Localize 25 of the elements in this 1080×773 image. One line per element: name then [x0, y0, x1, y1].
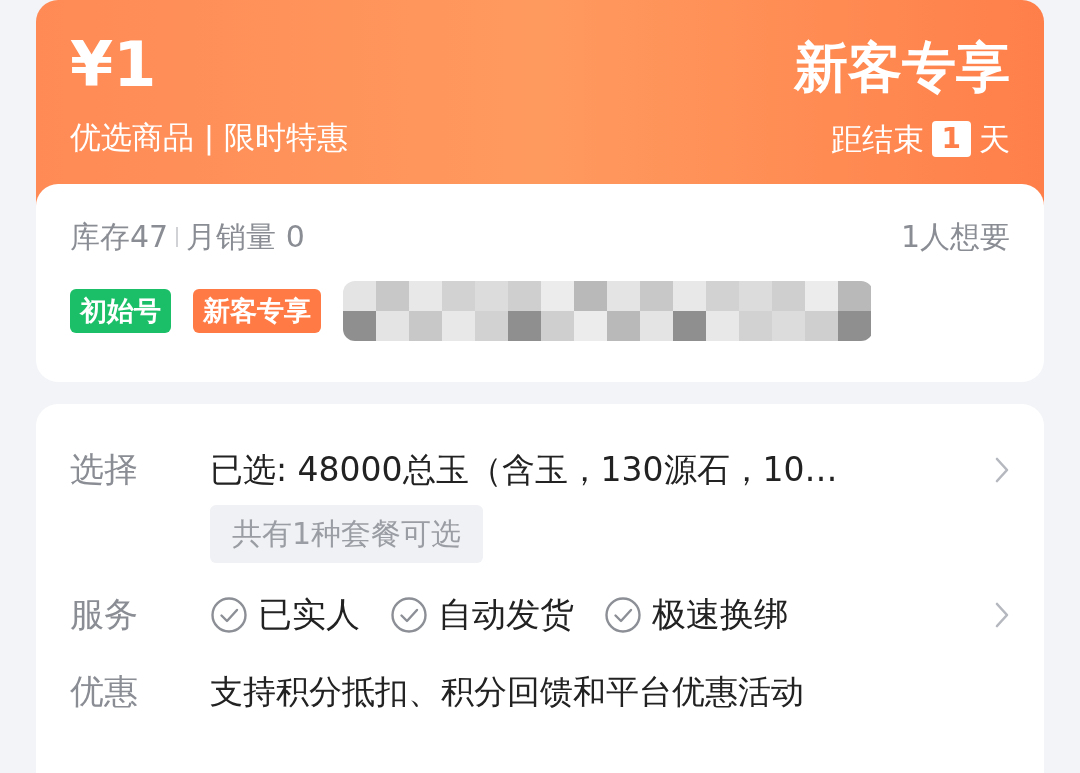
chevron-right-icon[interactable] [994, 600, 1010, 629]
banner-title: 新客专享 [794, 35, 1010, 101]
price: ¥1 [70, 34, 158, 96]
row-label: 选择 [70, 448, 139, 491]
row-value[interactable]: 已选: 48000总玉（含玉，130源石，10… [210, 444, 838, 495]
package-count-chip: 共有1种套餐可选 [210, 505, 484, 563]
tag: 新客专享 [193, 289, 321, 333]
service-label: 自动发货 [438, 593, 574, 636]
countdown-unit: 天 [979, 119, 1010, 159]
countdown-value: 1 [931, 120, 971, 157]
row-label: 优惠 [70, 670, 139, 713]
tag: 初始号 [70, 289, 171, 333]
stock-count: 库存47 [70, 218, 169, 256]
chevron-right-icon[interactable] [994, 455, 1010, 484]
service-label: 已实人 [258, 593, 360, 636]
row-value: 支持积分抵扣、积分回馈和平台优惠活动 [210, 670, 804, 713]
check-circle-icon [390, 595, 428, 634]
service-label: 极速换绑 [652, 593, 788, 636]
want-count: 1人想要 [900, 218, 1010, 256]
countdown-label: 距结束 [830, 119, 924, 159]
row-label: 服务 [70, 593, 139, 636]
check-circle-icon [210, 595, 248, 634]
monthly-sales: 月销量 0 [186, 218, 305, 256]
check-circle-icon [604, 595, 642, 634]
banner-subtitle: 优选商品 | 限时特惠 [70, 118, 349, 158]
